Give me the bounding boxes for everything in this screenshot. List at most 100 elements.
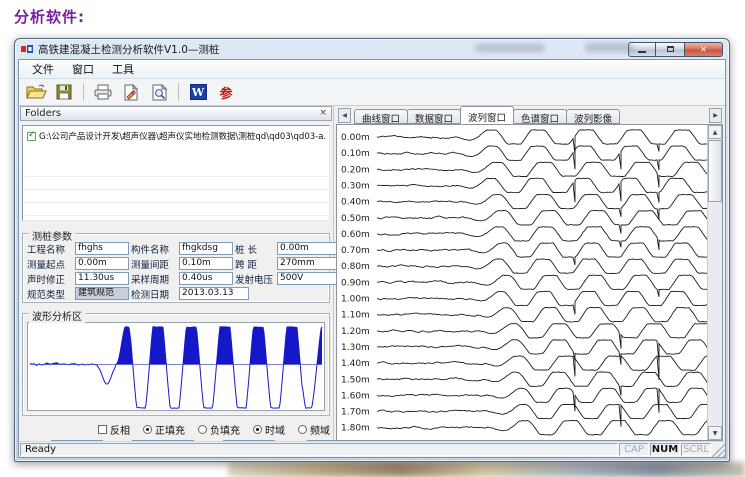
glass-reflection bbox=[475, 44, 545, 52]
status-message: Ready bbox=[20, 443, 618, 456]
toolbar-separator bbox=[178, 83, 179, 101]
print-setup-button[interactable] bbox=[118, 81, 144, 104]
radio-selected-icon[interactable] bbox=[253, 425, 262, 434]
preview-button[interactable] bbox=[146, 81, 172, 104]
menu-item-tools[interactable]: 工具 bbox=[103, 59, 143, 79]
freq-domain-option[interactable]: 频域 bbox=[298, 422, 330, 437]
params-group-title: 测桩参数 bbox=[29, 228, 75, 243]
param-row: 测量起点0.00m测量间距0.10m跨 距270mm bbox=[27, 256, 326, 271]
depth-label: 1.00m bbox=[341, 295, 370, 305]
param-input[interactable]: fhghs bbox=[75, 242, 129, 255]
tree-item-label: G:\公司产品设计开发\超声仪器\超声仪实地检测数据\测桩qd\qd03\qd0… bbox=[39, 130, 327, 142]
freq-domain-label: 频域 bbox=[310, 422, 330, 437]
resize-grip[interactable] bbox=[712, 442, 725, 457]
fill-negative-option[interactable]: 负填充 bbox=[198, 422, 240, 437]
menu-item-window[interactable]: 窗口 bbox=[63, 59, 103, 79]
tab-4[interactable]: 波列影像 bbox=[566, 109, 620, 124]
param-row: 声时修正11.30us采样周期0.40us发射电压500V bbox=[27, 271, 326, 286]
waveform-analysis-canvas bbox=[27, 322, 325, 411]
close-icon: ✕ bbox=[700, 45, 707, 54]
param-input[interactable]: 0.10m bbox=[179, 257, 233, 270]
param-input[interactable]: 270mm bbox=[277, 257, 337, 270]
chevron-left-icon: ◀ bbox=[342, 112, 347, 119]
scroll-down-button[interactable]: ▼ bbox=[708, 426, 722, 440]
maximize-icon bbox=[667, 46, 674, 52]
arrow-down-icon: ▼ bbox=[713, 430, 718, 437]
toolbar: W 参 bbox=[19, 79, 725, 106]
main-area: Folders × G:\公司产品设计开发\超声仪器\超声仪实地检测数据\测桩q… bbox=[19, 106, 725, 441]
param-label: 采样周期 bbox=[131, 272, 177, 286]
param-input[interactable]: 建筑规范 bbox=[75, 287, 129, 300]
radio-unselected-icon[interactable] bbox=[198, 425, 207, 434]
wave-trace bbox=[377, 420, 709, 435]
folders-header: Folders × bbox=[20, 106, 332, 121]
menu-item-file[interactable]: 文件 bbox=[23, 59, 63, 79]
tab-0[interactable]: 曲线窗口 bbox=[354, 109, 408, 124]
param-label: 声时修正 bbox=[27, 272, 73, 286]
time-domain-option[interactable]: 时域 bbox=[253, 422, 285, 437]
depth-label: 1.50m bbox=[341, 375, 370, 385]
folder-tree[interactable]: G:\公司产品设计开发\超声仪器\超声仪实地检测数据\测桩qd\qd03\qd0… bbox=[22, 125, 330, 221]
wave-trace bbox=[377, 275, 709, 297]
param-label: 测量间距 bbox=[131, 257, 177, 271]
word-icon: W bbox=[190, 84, 207, 100]
wave-list-panel: 0.00m0.10m0.20m0.30m0.40m0.50m0.60m0.70m… bbox=[336, 124, 723, 441]
status-indicator-num: NUM bbox=[650, 443, 680, 456]
fill-positive-label: 正填充 bbox=[155, 422, 185, 437]
param-input[interactable]: 0.00m bbox=[277, 242, 337, 255]
radio-unselected-icon[interactable] bbox=[298, 425, 307, 434]
open-button[interactable] bbox=[23, 81, 49, 104]
param-row: 工程名称fhghs构件名称fhgkdsg桩 长0.00m bbox=[27, 241, 326, 256]
word-export-button[interactable]: W bbox=[185, 81, 211, 104]
param-button[interactable]: 参 bbox=[213, 81, 239, 104]
tab-strip: ◀ 曲线窗口数据窗口波列窗口色谱窗口波列影像 ▶ bbox=[336, 106, 725, 124]
scroll-up-button[interactable]: ▲ bbox=[708, 125, 722, 139]
param-label: 跨 距 bbox=[235, 257, 275, 271]
param-input[interactable]: 0.00m bbox=[75, 257, 129, 270]
tab-2[interactable]: 波列窗口 bbox=[460, 106, 514, 124]
chevron-right-icon: ▶ bbox=[713, 112, 718, 119]
fill-positive-option[interactable]: 正填充 bbox=[143, 422, 185, 437]
param-label: 桩 长 bbox=[235, 242, 275, 256]
param-label: 构件名称 bbox=[131, 242, 177, 256]
param-input[interactable]: 11.30us bbox=[75, 272, 129, 285]
menu-bar: 文件 窗口 工具 bbox=[19, 60, 725, 79]
title-bar[interactable]: 高铁建混凝土检测分析软件V1.0—测桩 ✕ bbox=[15, 39, 729, 59]
invert-option[interactable]: 反相 bbox=[98, 422, 130, 437]
save-button[interactable] bbox=[51, 81, 77, 104]
tab-scroll-right-button[interactable]: ▶ bbox=[709, 108, 722, 123]
depth-label: 0.90m bbox=[341, 278, 370, 288]
vertical-scrollbar[interactable]: ▲ ▼ bbox=[707, 125, 722, 440]
maximize-button[interactable] bbox=[656, 42, 684, 57]
param-input[interactable]: 500V bbox=[277, 272, 337, 285]
left-pane: Folders × G:\公司产品设计开发\超声仪器\超声仪实地检测数据\测桩q… bbox=[19, 106, 334, 441]
depth-label: 0.70m bbox=[341, 246, 370, 256]
tree-item[interactable]: G:\公司产品设计开发\超声仪器\超声仪实地检测数据\测桩qd\qd03\qd0… bbox=[23, 126, 329, 142]
depth-label: 0.40m bbox=[341, 198, 370, 208]
print-button[interactable] bbox=[90, 81, 116, 104]
unchecked-checkbox-icon[interactable] bbox=[98, 425, 107, 434]
depth-label: 0.50m bbox=[341, 214, 370, 224]
param-label: 发射电压 bbox=[235, 272, 275, 286]
param-input[interactable]: 2013.03.13 bbox=[179, 287, 249, 300]
minimize-icon bbox=[638, 51, 646, 53]
param-input[interactable]: fhgkdsg bbox=[179, 242, 233, 255]
scrollbar-thumb[interactable] bbox=[708, 140, 722, 202]
close-button[interactable]: ✕ bbox=[684, 42, 723, 57]
tab-3[interactable]: 色谱窗口 bbox=[513, 109, 567, 124]
tab-scroll-left-button[interactable]: ◀ bbox=[338, 108, 351, 123]
glass-reflection bbox=[585, 43, 633, 52]
folders-close-button[interactable]: × bbox=[319, 109, 327, 118]
tab-1[interactable]: 数据窗口 bbox=[407, 109, 461, 124]
depth-label: 1.80m bbox=[341, 424, 370, 434]
param-input[interactable]: 0.40us bbox=[179, 272, 233, 285]
page-heading: 分析软件: bbox=[14, 6, 85, 27]
tree-row-lines bbox=[23, 164, 329, 220]
save-icon bbox=[56, 84, 72, 100]
checked-checkbox-icon[interactable] bbox=[27, 132, 36, 141]
depth-label: 1.20m bbox=[341, 327, 370, 337]
param-row: 规范类型建筑规范检测日期2013.03.13 bbox=[27, 286, 326, 301]
param-icon: 参 bbox=[219, 83, 232, 102]
radio-selected-icon[interactable] bbox=[143, 425, 152, 434]
depth-label: 1.70m bbox=[341, 408, 370, 418]
